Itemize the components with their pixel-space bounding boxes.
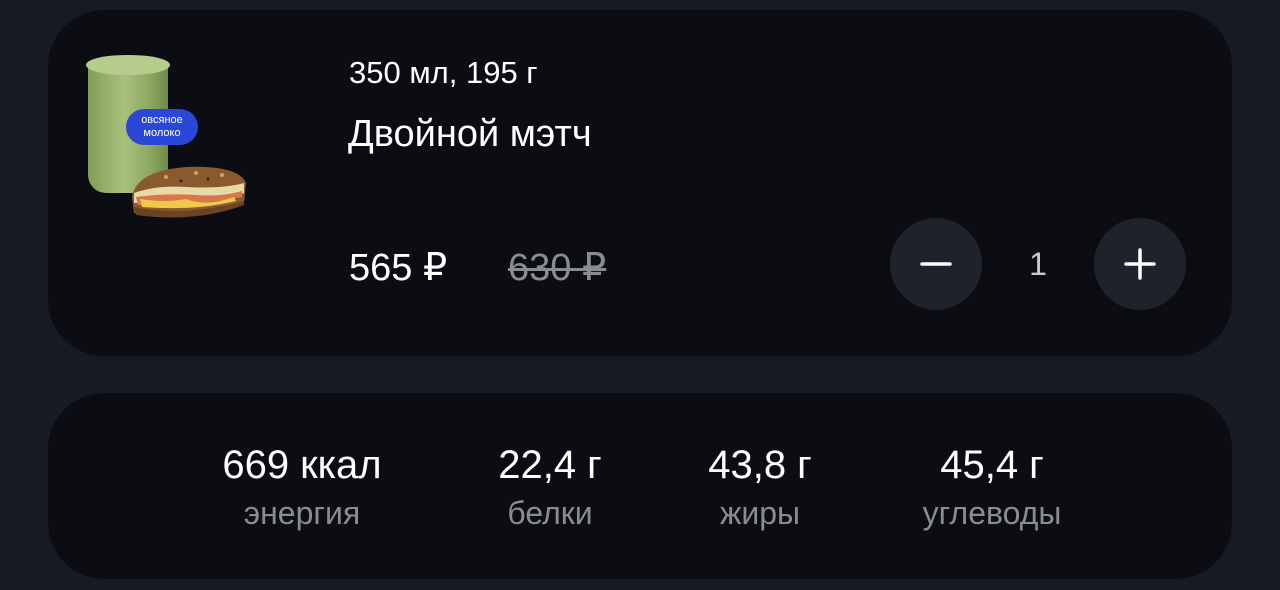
nutrition-label: жиры (719, 495, 801, 531)
product-price: 565 ₽ (349, 247, 448, 289)
product-weight: 350 мл, 195 г (349, 55, 538, 90)
product-old-price: 630 ₽ (508, 247, 607, 289)
nutrition-label: углеводы (922, 495, 1062, 531)
product-title: Двойной мэтч (348, 113, 592, 155)
nutrition-value: 669 ккал (222, 443, 382, 487)
nutrition-value: 22,4 г (498, 443, 602, 487)
increase-quantity-button[interactable] (1094, 218, 1186, 310)
decrease-quantity-button[interactable] (890, 218, 982, 310)
nutrition-energy: 669 ккал энергия (192, 442, 412, 532)
plus-icon (1124, 248, 1156, 280)
quantity-value: 1 (1029, 246, 1047, 282)
nutrition-protein: 22,4 г белки (470, 442, 630, 532)
nutrition-label: белки (507, 495, 593, 531)
nutrition-value: 45,4 г (940, 443, 1044, 487)
badge-line-2: молоко (143, 127, 181, 139)
nutrition-fat: 43,8 г жиры (680, 442, 840, 532)
nutrition-carbs: 45,4 г углеводы (892, 442, 1092, 532)
badge-line-1: овсяное (141, 114, 183, 126)
product-image: овсяное молоко (82, 55, 254, 237)
nutrition-value: 43,8 г (708, 443, 812, 487)
oat-milk-badge: овсяное молоко (126, 109, 198, 145)
nutrition-label: энергия (243, 495, 361, 531)
cup-lid (86, 55, 170, 75)
sandwich-image (132, 166, 246, 218)
minus-icon (920, 262, 952, 266)
